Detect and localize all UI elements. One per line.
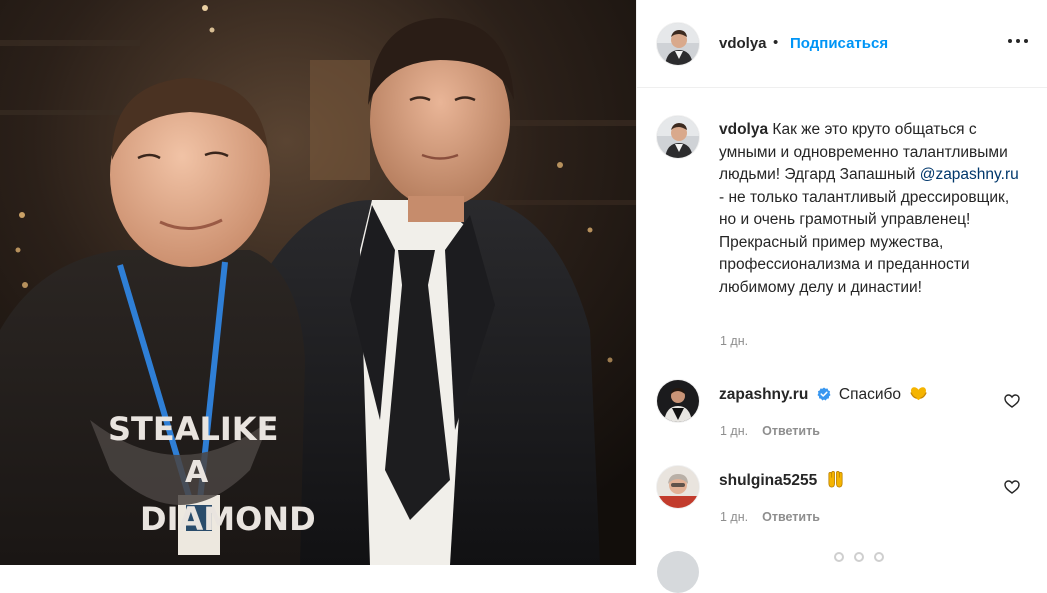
caption-username[interactable]: vdolya [719,121,768,138]
shirt-print-line2: A [185,455,209,490]
comment-text: Спасибо [838,386,902,403]
separator-dot: • [773,34,779,51]
post-photo-image: STEALIKE A DIAMOND [0,0,636,565]
post-header: vdolya • Подписаться [637,0,1047,88]
commenter-avatar-image [657,380,699,422]
raising-hands-emoji-icon [828,471,843,488]
comment-item: shulgina5255 1 дн. Ответить [637,466,1047,546]
caption-avatar-image [657,116,699,158]
more-horizontal-icon[interactable] [1008,28,1032,52]
comment-username[interactable]: shulgina5255 [719,472,817,489]
commenter-avatar-image [657,466,699,508]
comment-username[interactable]: zapashny.ru [719,386,808,403]
comment-meta: 1 дн. Ответить [720,510,820,524]
post-caption: vdolya Как же это круто общаться с умным… [719,119,1019,299]
heart-icon[interactable] [1004,393,1020,409]
author-avatar-image [657,23,699,65]
commenter-avatar[interactable] [657,380,699,422]
caption-text-part2: - не только талантливый дрессировщик, но… [719,188,1010,296]
comment-body: zapashny.ru Спасибо [719,384,928,404]
post-photo[interactable]: STEALIKE A DIAMOND [0,0,636,565]
caption-timestamp[interactable]: 1 дн. [720,334,748,348]
loading-more-comments-indicator [834,552,894,562]
shirt-print-line1: STEALIKE [108,410,278,448]
next-commenter-avatar[interactable] [657,551,699,593]
comment-meta: 1 дн. Ответить [720,424,820,438]
comment-item: zapashny.ru Спасибо 1 дн. Ответить [637,380,1047,460]
comment-timestamp[interactable]: 1 дн. [720,510,748,524]
reply-button[interactable]: Ответить [762,510,820,524]
comment-timestamp[interactable]: 1 дн. [720,424,748,438]
author-avatar[interactable] [657,23,699,65]
comment-body: shulgina5255 [719,470,845,490]
heart-icon[interactable] [1004,479,1020,495]
commenter-avatar[interactable] [657,466,699,508]
yellow-heart-hands-emoji-icon [910,387,928,401]
reply-button[interactable]: Ответить [762,424,820,438]
caption-author-avatar[interactable] [657,116,699,158]
shirt-print-line3: DIAMOND [140,500,316,538]
follow-button[interactable]: Подписаться [790,35,888,52]
caption-mention-link[interactable]: @zapashny.ru [920,166,1019,183]
verified-badge-icon [817,387,831,401]
author-username[interactable]: vdolya [719,35,767,52]
post-sidebar: vdolya • Подписаться vdolya Как же это к… [636,0,1047,593]
